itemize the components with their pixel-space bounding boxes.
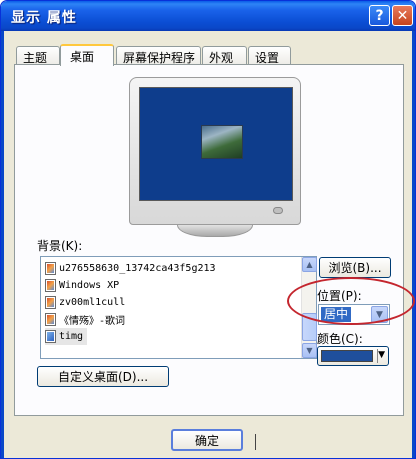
scroll-up-icon[interactable]: ▲: [302, 257, 317, 272]
list-item-label: 《情殇》-歌词: [59, 316, 126, 327]
wallpaper-thumbnail: [201, 125, 243, 159]
window-right-border: [412, 31, 415, 458]
monitor-stand: [177, 225, 253, 237]
background-label: 背景(K):: [37, 239, 83, 253]
jpeg-file-icon: [45, 262, 56, 275]
browse-button[interactable]: 浏览(B)...: [319, 257, 391, 278]
customize-desktop-button[interactable]: 自定义桌面(D)...: [37, 366, 169, 387]
monitor-preview: [129, 77, 301, 225]
help-button[interactable]: ?: [369, 5, 390, 26]
ok-button[interactable]: 确定: [171, 429, 243, 451]
list-item-label: zv00ml1cull: [59, 297, 126, 308]
list-item-label: u276558630_13742ca43f5g213: [59, 263, 216, 274]
color-picker-button[interactable]: ▼: [317, 346, 389, 366]
tab-appearance[interactable]: 外观: [202, 46, 247, 65]
color-label: 颜色(C):: [317, 332, 363, 346]
red-highlight-annotation: [287, 277, 415, 325]
chevron-down-icon: ▼: [378, 350, 385, 360]
background-listbox[interactable]: u276558630_13742ca43f5g213 Windows XP zv…: [40, 256, 317, 359]
window-left-border: [1, 31, 4, 458]
title-bar[interactable]: 显示 属性 ? ✕: [1, 1, 415, 31]
window-title: 显示 属性: [11, 10, 77, 26]
list-item[interactable]: 《情殇》-歌词: [45, 311, 125, 328]
jpeg-file-icon: [45, 313, 56, 326]
list-item-label: Windows XP: [59, 280, 120, 291]
power-button-icon: [273, 207, 283, 214]
close-button[interactable]: ✕: [392, 5, 413, 26]
tab-theme[interactable]: 主题: [16, 46, 60, 65]
color-swatch: [321, 350, 373, 362]
list-item-selected[interactable]: timg: [45, 328, 88, 345]
bitmap-file-icon: [45, 330, 56, 343]
list-item[interactable]: Windows XP: [45, 277, 119, 294]
jpeg-file-icon: [45, 279, 56, 292]
text-cursor: [255, 434, 256, 450]
tab-settings[interactable]: 设置: [248, 46, 291, 65]
list-item[interactable]: u276558630_13742ca43f5g213: [45, 260, 216, 277]
tab-screensaver[interactable]: 屏幕保护程序: [116, 46, 201, 65]
jpeg-file-icon: [45, 296, 56, 309]
tab-desktop[interactable]: 桌面: [60, 44, 114, 66]
scroll-down-icon[interactable]: ▼: [302, 343, 317, 358]
list-item-label: timg: [59, 331, 84, 342]
list-item[interactable]: zv00ml1cull: [45, 294, 125, 311]
desktop-preview-screen: [139, 87, 293, 201]
display-properties-window: 显示 属性 ? ✕ 主题 桌面 屏幕保护程序 外观 设置 背景(K): u276…: [0, 0, 416, 459]
